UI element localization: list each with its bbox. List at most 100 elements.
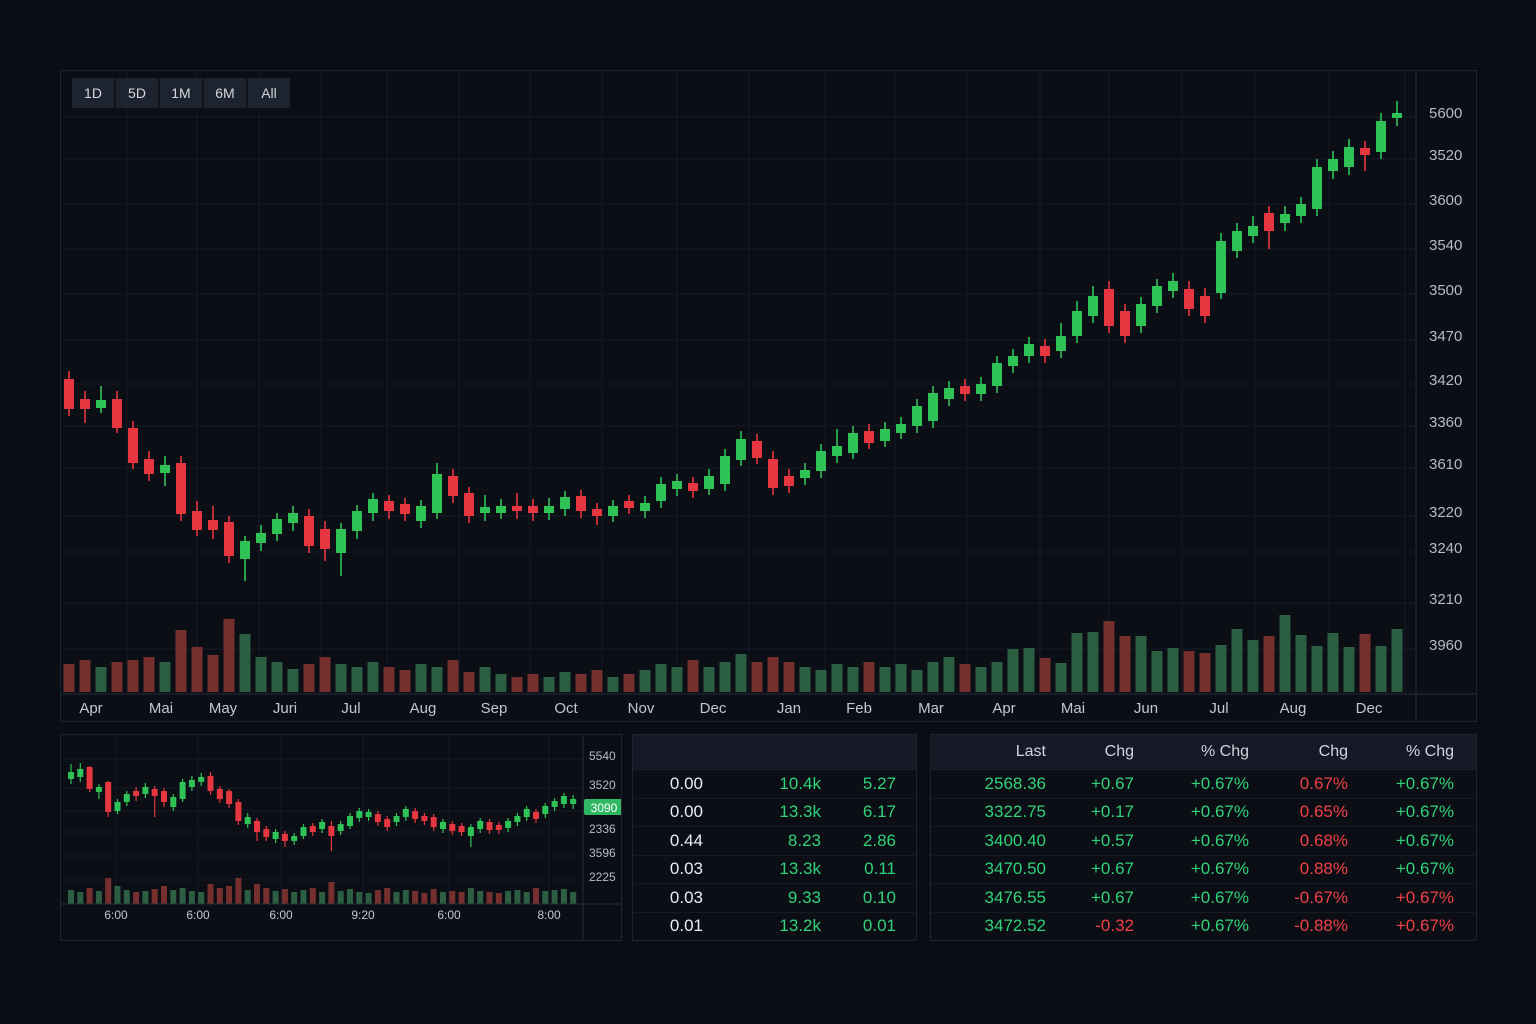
candle: [160, 465, 170, 473]
volume-bar: [208, 655, 219, 692]
right-table-row[interactable]: 3470.50+0.67+0.67%0.88%+0.67%: [931, 856, 1476, 885]
candle: [368, 499, 378, 513]
volume-bar: [448, 660, 459, 692]
left-table-cell: 0.03: [633, 859, 703, 879]
volume-bar: [440, 892, 446, 904]
candle: [142, 787, 148, 794]
left-table-cell: 13.3k: [703, 802, 821, 822]
right-table-row[interactable]: 2568.36+0.67+0.67%0.67%+0.67%: [931, 770, 1476, 799]
left-table-cell: 2.86: [821, 831, 896, 851]
right-table-row[interactable]: 3472.52-0.32+0.67%-0.88%+0.67%: [931, 913, 1476, 941]
y-axis-label: 3520: [1429, 147, 1462, 164]
range-toolbar: 1D5D1M6MAll: [72, 78, 290, 108]
candle: [208, 520, 218, 530]
volume-bar: [320, 657, 331, 692]
left-table-row[interactable]: 0.0010.4k5.27: [633, 770, 916, 799]
volume-bar: [524, 892, 530, 904]
volume-bar: [1120, 636, 1131, 692]
quotes-table-left: 0.0010.4k5.270.0013.3k6.170.448.232.860.…: [632, 734, 917, 941]
left-table-row[interactable]: 0.448.232.86: [633, 827, 916, 856]
candle: [105, 782, 111, 812]
right-table-row[interactable]: 3322.75+0.17+0.67%0.65%+0.67%: [931, 799, 1476, 828]
volume-bar: [273, 891, 279, 904]
candle: [96, 400, 106, 408]
left-table-row[interactable]: 0.0013.3k6.17: [633, 799, 916, 828]
volume-bar: [189, 891, 195, 904]
volume-bar: [592, 670, 603, 692]
right-table-row[interactable]: 3400.40+0.57+0.67%0.68%+0.67%: [931, 827, 1476, 856]
candle: [133, 791, 139, 796]
volume-bar: [496, 674, 507, 692]
candle: [1376, 121, 1386, 152]
volume-bar: [1264, 636, 1275, 692]
candle: [512, 506, 522, 511]
main-chart-volume-bars: [64, 615, 1403, 692]
volume-bar: [368, 662, 379, 692]
volume-bar: [105, 878, 111, 904]
y-axis-label: 3540: [1429, 237, 1462, 254]
candle: [115, 802, 121, 811]
mini-chart-volume-bars: [68, 878, 576, 904]
range-button-6m[interactable]: 6M: [204, 78, 246, 108]
candle: [624, 501, 634, 508]
x-axis-label: 6:00: [186, 908, 210, 922]
quotes-table-left-body: 0.0010.4k5.270.0013.3k6.170.448.232.860.…: [633, 735, 916, 940]
y-axis-label: 2225: [589, 870, 616, 884]
last-price-label: 3090: [591, 801, 618, 815]
volume-bar: [1200, 653, 1211, 692]
volume-bar: [336, 664, 347, 692]
volume-bar: [1136, 636, 1147, 692]
range-button-5d[interactable]: 5D: [116, 78, 158, 108]
right-table-cell: +0.67%: [1134, 916, 1249, 936]
volume-bar: [1392, 629, 1403, 692]
range-button-1d[interactable]: 1D: [72, 78, 114, 108]
volume-bar: [115, 886, 121, 904]
candle: [608, 506, 618, 516]
y-axis-label: 3960: [1429, 637, 1462, 654]
right-table-cell: 0.65%: [1249, 802, 1348, 822]
volume-bar: [1056, 663, 1067, 692]
candle: [77, 769, 83, 777]
volume-bar: [496, 893, 502, 904]
range-button-all[interactable]: All: [248, 78, 290, 108]
volume-bar: [80, 660, 91, 692]
candle: [310, 826, 316, 832]
candle: [328, 826, 334, 836]
candle: [263, 829, 269, 837]
right-table-cell: -0.88%: [1249, 916, 1348, 936]
left-table-row[interactable]: 0.0113.2k0.01: [633, 913, 916, 941]
x-axis-label: Feb: [846, 700, 872, 717]
volume-bar: [282, 889, 288, 904]
candle: [375, 814, 381, 822]
volume-bar: [570, 892, 576, 904]
volume-bar: [864, 662, 875, 692]
volume-bar: [394, 892, 400, 904]
candle: [752, 441, 762, 458]
x-axis-label: Aug: [1280, 700, 1307, 717]
candle: [198, 777, 204, 782]
volume-bar: [144, 657, 155, 692]
candle: [440, 822, 446, 829]
left-table-row[interactable]: 0.0313.3k0.11: [633, 856, 916, 885]
candle: [128, 428, 138, 463]
candle: [170, 797, 176, 807]
candle: [256, 533, 266, 543]
candle: [1184, 289, 1194, 309]
right-table-header-row: LastChg% ChgChg% Chg: [931, 735, 1476, 770]
volume-bar: [832, 664, 843, 692]
left-table-cell: 9.33: [703, 888, 821, 908]
candle: [848, 433, 858, 453]
candle: [64, 379, 74, 409]
candle: [720, 456, 730, 484]
y-axis-label: 5600: [1429, 105, 1462, 122]
volume-bar: [319, 892, 325, 904]
watchlist-table-body: LastChg% ChgChg% Chg2568.36+0.67+0.67%0.…: [931, 735, 1476, 940]
left-table-row[interactable]: 0.039.330.10: [633, 884, 916, 913]
right-table-row[interactable]: 3476.55+0.67+0.67%-0.67%+0.67%: [931, 884, 1476, 913]
range-button-1m[interactable]: 1M: [160, 78, 202, 108]
y-axis-label: 3600: [1429, 192, 1462, 209]
volume-bar: [356, 892, 362, 904]
x-axis-label: Jul: [1209, 700, 1228, 717]
candle: [394, 816, 400, 822]
main-chart-candles: [64, 101, 1402, 581]
